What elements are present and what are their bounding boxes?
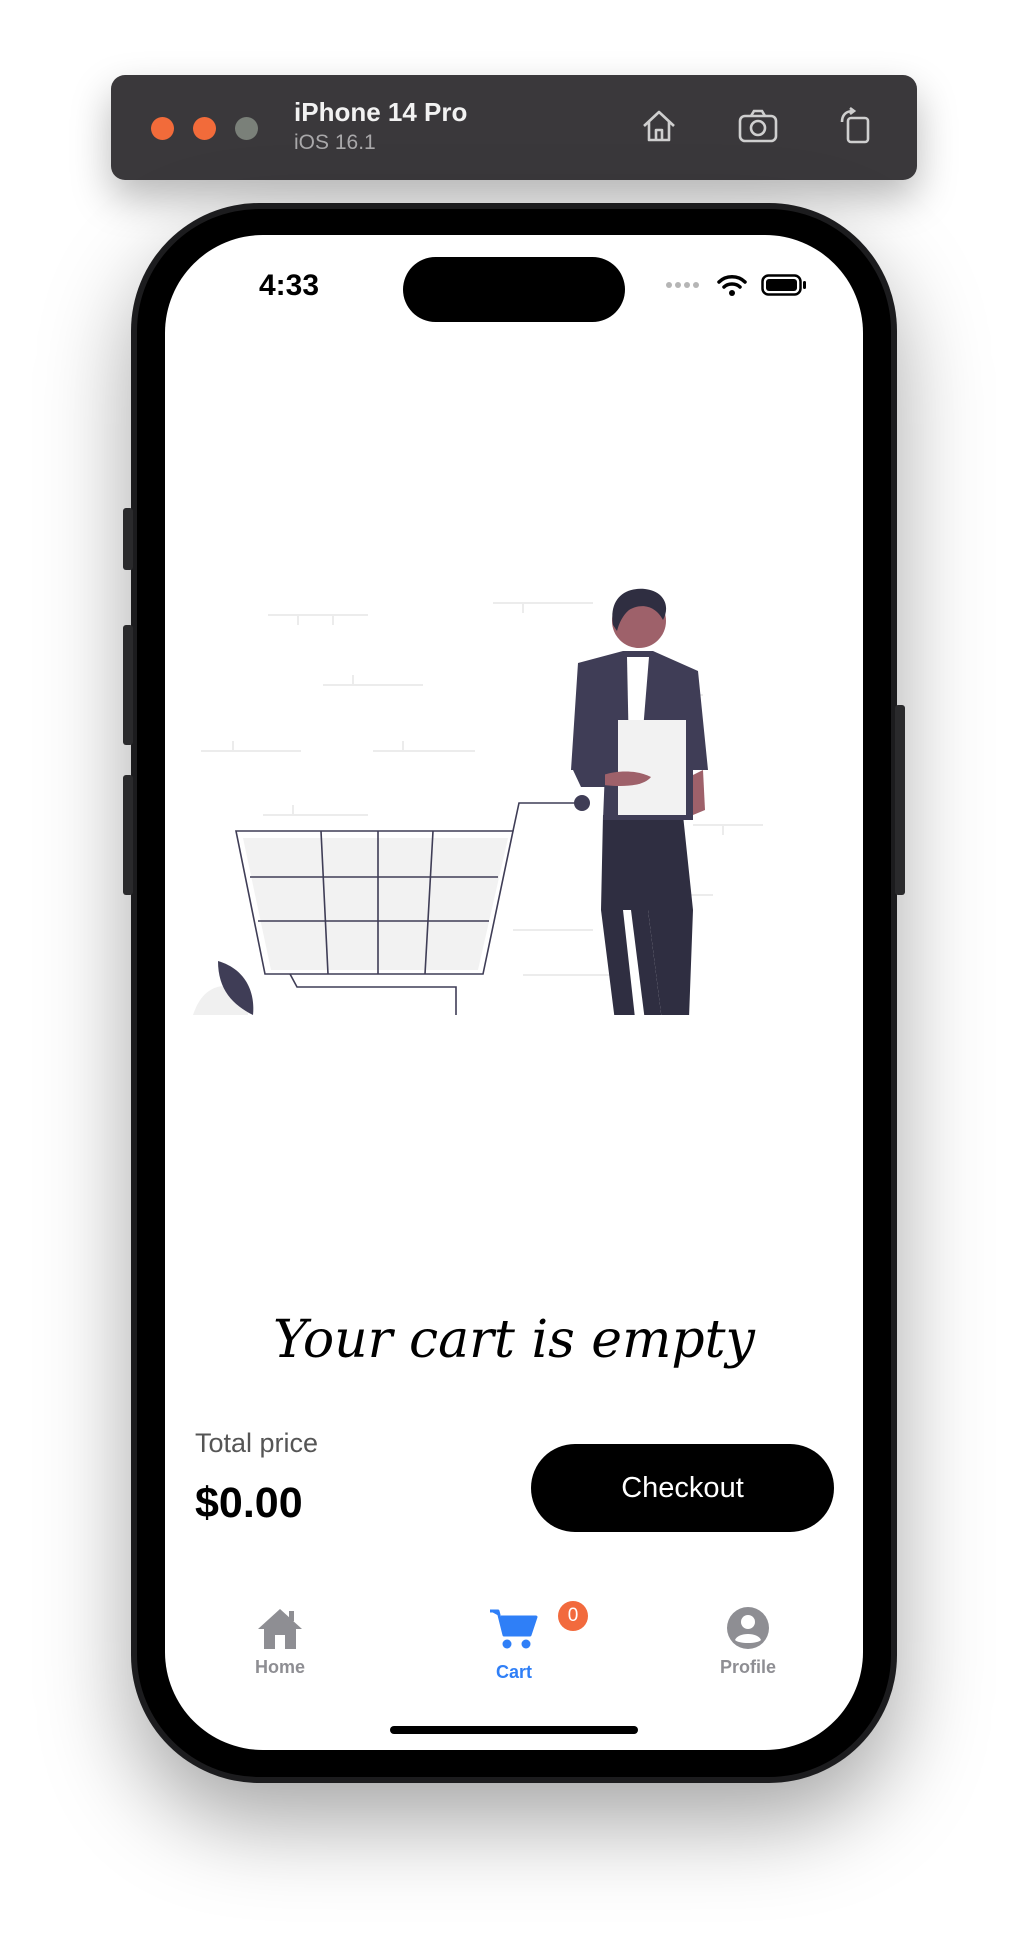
tab-home[interactable]: Home <box>220 1605 340 1678</box>
cellular-icon <box>666 282 699 288</box>
battery-icon <box>761 274 806 296</box>
zoom-window-button[interactable] <box>235 117 258 140</box>
home-icon <box>258 1609 302 1649</box>
rotate-icon <box>840 106 870 144</box>
tab-profile[interactable]: Profile <box>688 1605 808 1678</box>
screenshot-icon <box>738 109 778 143</box>
phone-screen: 4:33 Your cart is empty Total price $0.0… <box>165 235 863 1750</box>
total-price-value: $0.00 <box>195 1479 303 1527</box>
close-window-button[interactable] <box>151 117 174 140</box>
simulator-toolbar: iPhone 14 Pro iOS 16.1 <box>111 75 917 180</box>
tab-home-label: Home <box>254 1657 305 1677</box>
home-button[interactable] <box>636 103 682 149</box>
status-time: 4:33 <box>259 269 320 302</box>
dynamic-island <box>403 257 625 322</box>
status-icons <box>665 273 807 297</box>
tab-cart[interactable]: 0 Cart <box>454 1601 588 1683</box>
home-indicator[interactable] <box>390 1726 638 1734</box>
checkout-button[interactable]: Checkout <box>531 1444 834 1532</box>
empty-cart-illustration <box>193 588 763 1015</box>
screenshot-button[interactable] <box>735 103 781 149</box>
cart-icon <box>490 1609 538 1649</box>
tab-cart-label: Cart <box>495 1662 532 1682</box>
os-version: iOS 16.1 <box>294 131 376 154</box>
empty-cart-message: Your cart is empty <box>273 1310 755 1370</box>
volume-down-button <box>123 775 133 895</box>
cart-badge: 0 <box>558 1601 588 1631</box>
power-button <box>895 705 905 895</box>
leaf-icon <box>193 961 254 1015</box>
rotate-button[interactable] <box>833 103 879 149</box>
tab-profile-label: Profile <box>719 1657 776 1677</box>
person-figure <box>571 588 708 1015</box>
volume-up-button <box>123 625 133 745</box>
wifi-icon <box>717 275 747 296</box>
total-price-label: Total price <box>195 1428 319 1458</box>
shopping-cart-icon <box>235 795 590 1015</box>
home-icon <box>643 110 675 142</box>
device-name: iPhone 14 Pro <box>294 97 468 127</box>
tab-bar: Home 0 Cart Profile <box>165 1601 863 1715</box>
minimize-window-button[interactable] <box>193 117 216 140</box>
profile-icon <box>727 1607 769 1649</box>
action-button <box>123 508 133 570</box>
